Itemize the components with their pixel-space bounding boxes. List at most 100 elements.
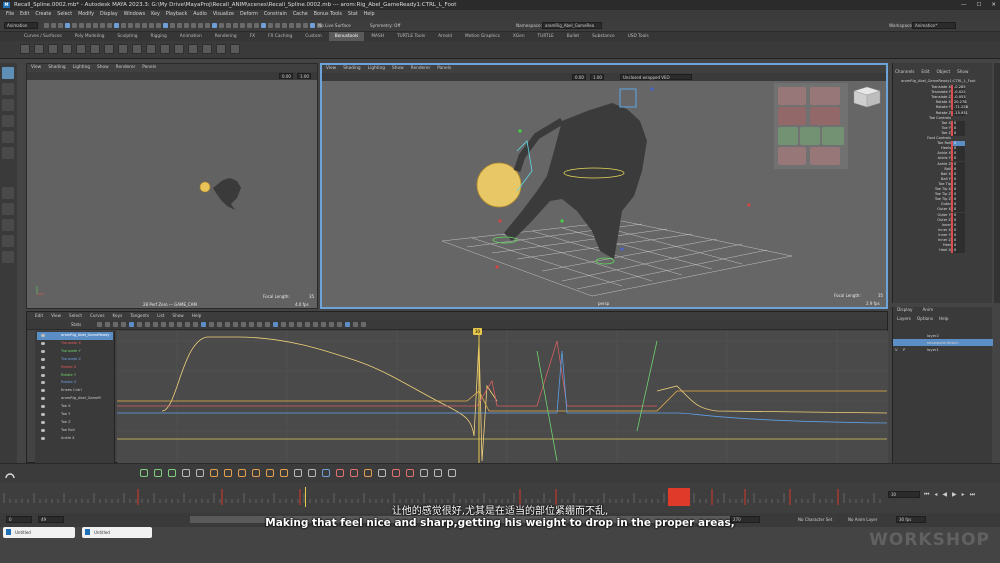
status-tool-icon[interactable] [135, 23, 140, 28]
shelf-tool-icon[interactable] [146, 44, 156, 54]
outliner-curve-item[interactable]: Toe Z [37, 419, 113, 427]
menu-display[interactable]: Display [100, 10, 118, 20]
layout-single-icon[interactable] [2, 187, 14, 199]
menu-key[interactable]: Key [151, 10, 160, 20]
graph-tool-icon[interactable] [161, 322, 166, 327]
shelf-tab[interactable]: Rendering [209, 32, 243, 41]
graph-tool-icon[interactable] [105, 322, 110, 327]
status-tool-icon[interactable] [86, 23, 91, 28]
status-tool-icon[interactable] [219, 23, 224, 28]
right-sidebar-tabs[interactable] [994, 63, 1000, 303]
layout-four-icon[interactable] [2, 203, 14, 215]
camera-dropdown[interactable]: Unclosed wrapped VEO [620, 74, 692, 80]
visibility-icon[interactable] [41, 334, 45, 337]
cb-tab-edit[interactable]: Edit [921, 69, 929, 76]
vp2-field-b[interactable]: 1.00 [590, 74, 604, 80]
status-tool-icon[interactable] [268, 23, 273, 28]
graph-tool-icon[interactable] [153, 322, 158, 327]
status-tool-icon[interactable] [156, 23, 161, 28]
graph-tool-icon[interactable] [265, 322, 270, 327]
anim-tool-icon[interactable] [266, 469, 274, 477]
cb-tab-channels[interactable]: Channels [895, 69, 914, 76]
status-tool-icon[interactable] [191, 23, 196, 28]
channel-row[interactable]: Heel X0 [893, 248, 985, 254]
menu-help[interactable]: Help [364, 10, 375, 20]
menu-cache[interactable]: Cache [293, 10, 308, 20]
anim-tool-icon[interactable] [168, 469, 176, 477]
graph-tool-icon[interactable] [249, 322, 254, 327]
visibility-icon[interactable] [41, 373, 45, 377]
viewport-persp[interactable]: View Shading Lighting Show Renderer Pane… [320, 63, 888, 309]
viewport-left[interactable]: View Shading Lighting Show Renderer Pane… [26, 63, 318, 309]
outliner-curve-item[interactable]: Translate Y [37, 348, 113, 356]
paint-tool-icon[interactable] [2, 99, 14, 111]
anim-tool-icon[interactable] [252, 469, 260, 477]
anim-tool-icon[interactable] [224, 469, 232, 477]
shelf-tab[interactable]: Poly Modeling [69, 32, 111, 41]
graph-tool-icon[interactable] [193, 322, 198, 327]
shelf-tab[interactable]: Bullet [561, 32, 585, 41]
anim-tool-icon[interactable] [196, 469, 204, 477]
visibility-icon[interactable] [41, 428, 45, 432]
graph-tool-icon[interactable] [217, 322, 222, 327]
status-tool-icon[interactable] [142, 23, 147, 28]
layer-menu-layers[interactable]: Layers [897, 316, 911, 321]
workspace-dropdown[interactable]: Animation* [912, 22, 956, 29]
outliner-curve-item[interactable]: Toe Roll [37, 427, 113, 435]
menu-select[interactable]: Select [57, 10, 72, 20]
status-tool-icon[interactable] [149, 23, 154, 28]
status-tool-icon[interactable] [282, 23, 287, 28]
status-tool-icon[interactable] [240, 23, 245, 28]
shelf-tab[interactable]: Bonustools [328, 32, 365, 41]
status-tool-icon[interactable] [261, 23, 266, 28]
menu-audio[interactable]: Audio [193, 10, 207, 20]
anim-tool-icon[interactable] [392, 469, 400, 477]
cb-tab-object[interactable]: Object [936, 69, 950, 76]
shelf-tab[interactable]: Curves / Surfaces [18, 32, 68, 41]
outliner-icon[interactable] [2, 251, 14, 263]
anim-tool-icon[interactable] [280, 469, 288, 477]
go-to-end-icon[interactable]: ⏭ [970, 491, 975, 499]
layer-row[interactable]: layer2 [893, 332, 993, 339]
symmetry-label[interactable]: Symmetry: Off [370, 23, 400, 28]
status-tool-icon[interactable] [303, 23, 308, 28]
maximize-icon[interactable]: ☐ [976, 0, 981, 10]
anim-tool-icon[interactable] [210, 469, 218, 477]
character-picker[interactable] [774, 83, 848, 169]
vp2-menu-show[interactable]: Show [392, 65, 404, 73]
vp-menu-renderer[interactable]: Renderer [116, 64, 136, 72]
vp2-field-a[interactable]: 0.00 [572, 74, 586, 80]
visibility-icon[interactable] [41, 381, 45, 385]
menu-modify[interactable]: Modify [78, 10, 94, 20]
anim-tool-icon[interactable] [322, 469, 330, 477]
layer-tab-display[interactable]: Display [897, 307, 912, 312]
vp-menu-panels[interactable]: Panels [142, 64, 156, 72]
graph-tool-icon[interactable] [281, 322, 286, 327]
graph-tool-icon[interactable] [321, 322, 326, 327]
vp2-menu-lighting[interactable]: Lighting [368, 65, 385, 73]
layer-menu-help[interactable]: Help [939, 316, 949, 321]
move-tool-icon[interactable] [2, 115, 14, 127]
visibility-icon[interactable] [41, 413, 45, 416]
anim-tool-icon[interactable] [378, 469, 386, 477]
menu-create[interactable]: Create [35, 10, 51, 20]
shelf-tool-icon[interactable] [34, 44, 44, 54]
status-tool-icon[interactable] [65, 23, 70, 28]
status-tool-icon[interactable] [128, 23, 133, 28]
outliner-curve-item[interactable]: Toe Y [37, 411, 113, 419]
shelf-tab[interactable]: FX [244, 32, 261, 41]
status-tool-icon[interactable] [170, 23, 175, 28]
layer-row[interactable]: showperentitech [893, 339, 993, 346]
status-tool-icon[interactable] [93, 23, 98, 28]
view-cube[interactable] [853, 86, 881, 108]
graph-tool-icon[interactable] [345, 322, 350, 327]
menu-windows[interactable]: Windows [124, 10, 145, 20]
graph-tool-icon[interactable] [297, 322, 302, 327]
status-tool-icon[interactable] [212, 23, 217, 28]
graph-tool-icon[interactable] [145, 322, 150, 327]
visibility-icon[interactable] [41, 436, 45, 440]
status-tool-icon[interactable] [198, 23, 203, 28]
status-tool-icon[interactable] [233, 23, 238, 28]
ge-menu-help[interactable]: Help [192, 312, 202, 320]
play-forward-icon[interactable]: ▶ [952, 491, 957, 499]
